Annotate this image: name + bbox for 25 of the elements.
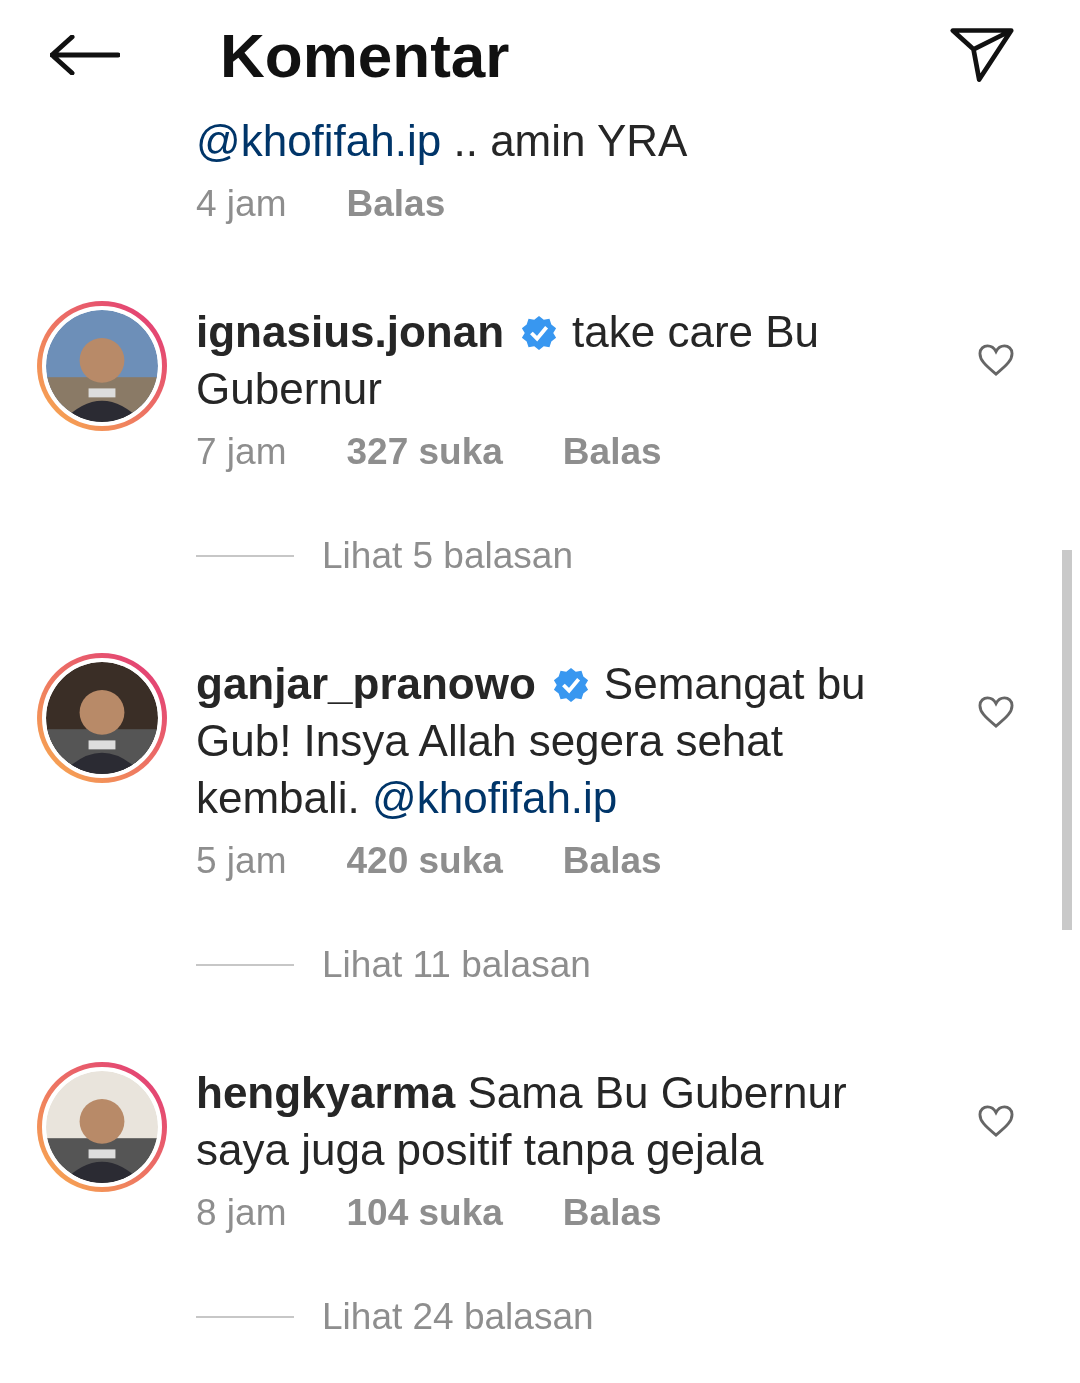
comment-time: 8 jam [196, 1192, 287, 1234]
likes-link[interactable]: 327 suka [346, 431, 503, 473]
comment-text: ganjar_pranowo Semangat bu Gub! Insya Allah segera sehat kembali. @khofifah.ip [196, 658, 867, 824]
reply-link[interactable]: Balas [562, 840, 662, 882]
scrollbar[interactable] [1062, 550, 1072, 930]
view-replies-link[interactable]: Lihat 11 balasan [322, 944, 591, 986]
back-arrow-icon[interactable] [50, 35, 120, 75]
reply-link[interactable]: Balas [562, 431, 662, 473]
comment-time: 7 jam [196, 431, 287, 473]
comment-text: ignasius.jonan take care Bu Gubernur [196, 306, 821, 415]
page-title: Komentar [220, 19, 511, 91]
heart-icon[interactable] [977, 695, 1015, 729]
comment-time: 5 jam [196, 840, 287, 882]
heart-icon[interactable] [977, 343, 1015, 377]
view-replies-link[interactable]: Lihat 5 balasan [322, 535, 573, 577]
heart-icon[interactable] [977, 1104, 1015, 1138]
reply-link[interactable]: Balas [346, 183, 446, 225]
comment-time: 4 jam [196, 183, 287, 225]
likes-link[interactable]: 104 suka [346, 1192, 503, 1234]
reply-link[interactable]: Balas [562, 1192, 662, 1234]
likes-link[interactable]: 420 suka [346, 840, 503, 882]
view-replies-link[interactable]: Lihat 24 balasan [322, 1296, 594, 1338]
comment-text: hengkyarma Sama Bu Gubernur saya juga positif tanpa gejala [196, 1067, 848, 1176]
comment-text: @khofifah.ip .. amin YRA [196, 115, 689, 167]
send-icon[interactable] [949, 26, 1015, 84]
